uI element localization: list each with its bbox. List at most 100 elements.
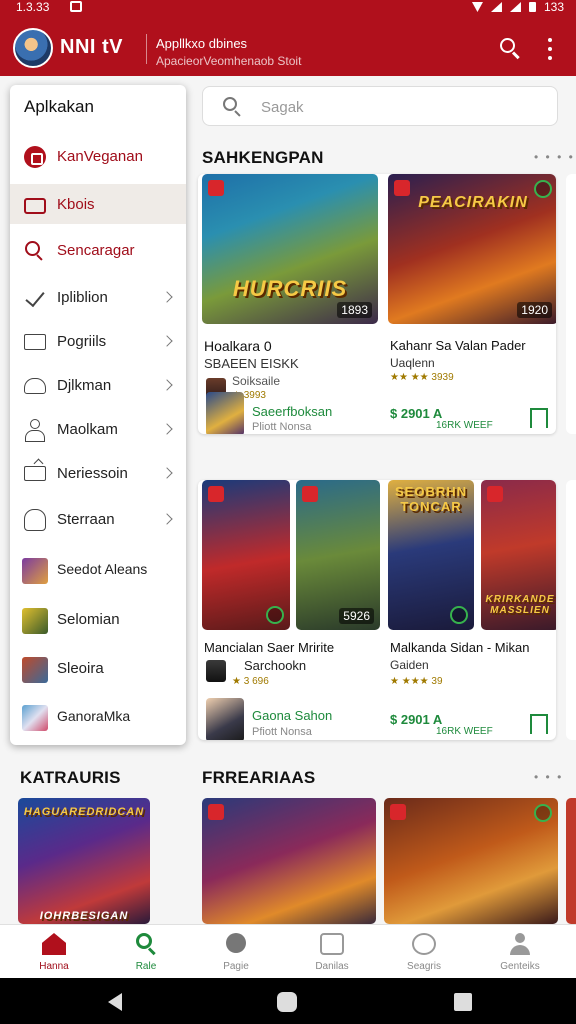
- app-bar: NNI tV Appllkxo dbines ApacieorVeomhenao…: [0, 14, 576, 76]
- nav-seagris[interactable]: Seagris: [376, 925, 472, 979]
- drawer-item-ipliblion[interactable]: Ipliblion: [10, 277, 186, 317]
- drawer-item-sencaragar[interactable]: Sencaragar: [10, 230, 186, 270]
- drawer-item-ganoramka[interactable]: GanoraMka: [10, 696, 186, 736]
- more-vert-icon: [548, 38, 552, 42]
- drawer-item-label: GanoraMka: [57, 708, 131, 724]
- price-note: 16RK WEEF: [436, 420, 493, 431]
- featured-link[interactable]: Saeerfboksan: [252, 404, 332, 419]
- featured-link[interactable]: Gaona Sahon: [252, 708, 332, 723]
- game-title[interactable]: Kahanr Sa Valan Pader: [390, 338, 526, 353]
- search-button[interactable]: [498, 36, 522, 60]
- game-thumbnail: [22, 657, 48, 683]
- drawer-item-djlkman[interactable]: Djlkman: [10, 365, 186, 405]
- drawer-item-label: Djlkman: [57, 377, 112, 394]
- section-more-button[interactable]: • • • •: [534, 150, 575, 164]
- drawer-item-label: Kbois: [57, 196, 95, 213]
- nav-label: Pagie: [223, 961, 249, 972]
- publisher-badge: [208, 804, 224, 820]
- drawer-item-label: Neriessoin: [57, 465, 128, 482]
- nav-home[interactable]: Hanna: [6, 925, 102, 979]
- drawer-item-label: Ipliblion: [57, 289, 108, 306]
- brand-name: NNI tV: [60, 36, 123, 58]
- next-tile-peek[interactable]: [566, 798, 576, 924]
- game-artwork[interactable]: [202, 798, 376, 924]
- section-title: SAHKENGPAN: [202, 148, 324, 167]
- developer-thumbnail: [206, 660, 226, 682]
- game-artwork[interactable]: [384, 798, 558, 924]
- page-title: Appllkxo dbines: [156, 36, 248, 51]
- drawer-item-sterraan[interactable]: Sterraan: [10, 499, 186, 539]
- art-title: HURCRIIS: [232, 276, 348, 301]
- nav-search[interactable]: Rale: [98, 925, 194, 979]
- search-box[interactable]: [202, 86, 558, 126]
- more-options-button[interactable]: [545, 38, 555, 60]
- drawer-item-label: Maolkam: [57, 421, 118, 438]
- drawer-item-pogriils[interactable]: Pogriils: [10, 321, 186, 361]
- drawer-item-maolkam[interactable]: Maolkam: [10, 409, 186, 449]
- next-card-peek[interactable]: [566, 480, 576, 740]
- chevron-right-icon: [161, 335, 173, 347]
- drawer-item-kbois[interactable]: Kbois: [10, 184, 186, 224]
- drawer-item-selomian[interactable]: Selomian: [10, 599, 186, 639]
- nav-genteiks[interactable]: Genteiks: [472, 925, 568, 979]
- tile-subtitle: IOHRBESIGAN: [39, 910, 129, 922]
- game-artwork[interactable]: PEACIRAKIN 1920: [388, 174, 556, 324]
- game-artwork[interactable]: SEOBRHN TONCAR: [388, 480, 474, 630]
- recents-icon[interactable]: [454, 993, 472, 1011]
- page-subtitle: ApacieorVeomhenaob Stoit: [156, 54, 302, 68]
- face-icon: [412, 933, 436, 955]
- game-subtitle: SBAEEN EISKK: [204, 356, 299, 371]
- game-thumbnail[interactable]: [206, 392, 244, 434]
- nav-danilas[interactable]: Danilas: [284, 925, 380, 979]
- drawer-title: Aplkakan: [24, 97, 94, 116]
- developer-name: Sarchookn: [244, 658, 307, 673]
- battery-icon: [528, 2, 536, 12]
- game-card[interactable]: 5926 SEOBRHN TONCAR KRIRKANDE MASSLIEN M…: [198, 480, 556, 740]
- game-artwork[interactable]: [202, 480, 290, 630]
- search-icon: [223, 97, 243, 117]
- art-number: 5926: [339, 608, 374, 624]
- price: $ 2901 A: [390, 712, 443, 727]
- avatar[interactable]: [13, 28, 53, 68]
- game-rating: ★ 3 696: [232, 676, 269, 687]
- game-artwork[interactable]: HURCRIIS 1893: [202, 174, 378, 324]
- drawer-item-neriessoin[interactable]: Neriessoin: [10, 453, 186, 493]
- publisher-badge: [390, 804, 406, 820]
- game-thumbnail[interactable]: [206, 698, 244, 740]
- drawer-item-sleoira[interactable]: Sleoira: [10, 648, 186, 688]
- back-icon[interactable]: [108, 993, 122, 1011]
- signal-icon: [490, 2, 502, 12]
- game-artwork[interactable]: 5926: [296, 480, 380, 630]
- game-subtitle: Uaqlenn: [390, 356, 435, 370]
- category-tile[interactable]: HAGUAREDRIDCAN IOHRBESIGAN: [18, 798, 150, 924]
- chevron-right-icon: [161, 291, 173, 303]
- drawer-item-label: Sencaragar: [57, 242, 135, 259]
- wifi-icon: [471, 2, 483, 12]
- chevron-right-icon: [161, 467, 173, 479]
- drawer-item-label: Selomian: [57, 611, 120, 628]
- drawer-item-seedot-aleans[interactable]: Seedot Aleans: [10, 549, 186, 589]
- drawer-item-label: Pogriils: [57, 333, 107, 350]
- home-button-icon[interactable]: [277, 992, 297, 1012]
- next-card-peek[interactable]: [566, 174, 576, 434]
- game-title[interactable]: Mancialan Saer Mririte: [204, 640, 334, 655]
- wishlist-button[interactable]: [528, 406, 550, 430]
- header-divider: [146, 34, 147, 64]
- game-title[interactable]: Malkanda Sidan - Mikan: [390, 640, 529, 655]
- search-icon: [500, 38, 515, 53]
- wishlist-button[interactable]: [528, 712, 550, 736]
- price: $ 2901 A: [390, 406, 443, 421]
- check-icon: [24, 287, 46, 309]
- game-title[interactable]: Hoalkara 0: [204, 338, 272, 354]
- drawer-item-label: KanVeganan: [57, 148, 143, 165]
- drawer-item-kanveganan[interactable]: KanVeganan: [10, 136, 186, 176]
- art-title: KRIRKANDE MASSLIEN: [485, 594, 555, 616]
- nav-label: Danilas: [315, 961, 349, 972]
- status-time: 1.3.33: [16, 0, 50, 14]
- nav-pagie[interactable]: Pagie: [188, 925, 284, 979]
- game-artwork[interactable]: KRIRKANDE MASSLIEN: [481, 480, 556, 630]
- search-input[interactable]: [261, 95, 541, 119]
- game-card[interactable]: HURCRIIS 1893 PEACIRAKIN 1920 Hoalkara 0…: [198, 174, 556, 434]
- folder-icon: [24, 334, 46, 350]
- section-more-button[interactable]: • • •: [534, 770, 563, 784]
